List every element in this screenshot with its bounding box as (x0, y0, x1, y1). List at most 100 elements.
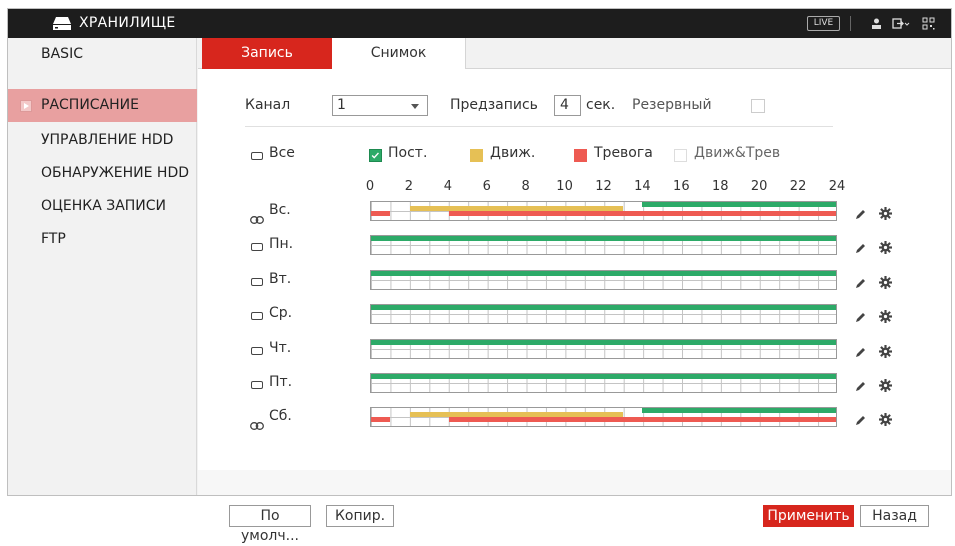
channel-label: Канал (245, 97, 291, 113)
chevron-down-icon (411, 104, 419, 109)
top-bar: ХРАНИЛИЩЕ LIVE (8, 9, 951, 38)
gear-icon[interactable] (879, 239, 892, 255)
back-button[interactable]: Назад (860, 505, 929, 527)
sidebar-item-hdd-management[interactable]: УПРАВЛЕНИЕ HDD (8, 124, 197, 157)
hour-axis: 0 2 4 6 8 10 12 14 16 18 20 22 24 (353, 179, 853, 195)
storage-window: ХРАНИЛИЩЕ LIVE BASIC РАСПИСАНИЕ УПРАВЛЕН… (7, 8, 952, 544)
schedule-bar[interactable] (370, 201, 837, 221)
sidebar-item-basic[interactable]: BASIC (8, 38, 197, 71)
schedule-segment (371, 211, 391, 216)
schedule-segment (371, 305, 836, 311)
tab-snapshot[interactable]: Снимок (332, 38, 466, 69)
schedule-bar[interactable] (370, 269, 837, 290)
edit-icon[interactable] (854, 378, 866, 391)
schedule-bar[interactable] (370, 304, 837, 325)
day-select-icon[interactable] (251, 346, 263, 355)
logout-icon[interactable] (892, 17, 910, 30)
edit-icon[interactable] (854, 206, 866, 219)
apply-button[interactable]: Применить (763, 505, 854, 527)
qr-code-icon[interactable] (922, 17, 935, 30)
sidebar-item-label: РАСПИСАНИЕ (41, 97, 139, 113)
day-select-icon[interactable] (251, 381, 263, 389)
hour-tick-label: 4 (443, 179, 452, 194)
legend-motion-alarm-label: Движ&Трев (694, 145, 781, 161)
bar-midline (371, 279, 836, 281)
legend-motion-alarm-swatch[interactable] (674, 149, 687, 162)
bar-midline (371, 348, 836, 350)
sidebar-item-record-estimate[interactable]: ОЦЕНКА ЗАПИСИ (8, 190, 197, 223)
edit-icon[interactable] (854, 275, 866, 288)
hour-tick-label: 18 (711, 179, 729, 194)
gear-icon[interactable] (879, 377, 892, 392)
prerecord-input[interactable]: 4 (554, 95, 581, 116)
schedule-segment (371, 270, 836, 276)
hour-tick-label: 14 (634, 179, 651, 194)
gear-icon[interactable] (879, 343, 892, 358)
day-label: Сб. (269, 408, 292, 425)
legend-continuous-swatch[interactable] (369, 149, 382, 162)
main-panel: Запись Снимок Канал 1 Предзапись 4 сек. … (198, 38, 951, 544)
hour-tick-label: 16 (673, 179, 690, 194)
chevron-right-icon (20, 100, 32, 112)
hour-tick-label: 8 (521, 179, 530, 194)
sidebar-item-hdd-detection[interactable]: ОБНАРУЖЕНИЕ HDD (8, 157, 197, 190)
schedule-segment (371, 339, 836, 345)
schedule-segment (371, 417, 391, 423)
hour-tick-label: 20 (750, 179, 768, 194)
legend-motion-label: Движ. (490, 145, 536, 161)
schedule-segment (371, 236, 836, 242)
seconds-label: сек. (586, 97, 616, 113)
schedule-bar[interactable] (370, 235, 837, 256)
hour-tick-label: 24 (828, 179, 846, 194)
day-select-icon[interactable] (251, 277, 263, 286)
link-icon[interactable] (250, 415, 264, 431)
edit-icon[interactable] (854, 309, 866, 323)
legend-motion-swatch[interactable] (470, 149, 483, 162)
tab-bar: Запись Снимок (198, 38, 951, 69)
day-label: Ср. (269, 305, 293, 322)
day-select-icon[interactable] (251, 243, 263, 252)
edit-icon[interactable] (854, 412, 866, 426)
schedule-bar[interactable] (370, 373, 837, 393)
bar-midline (371, 245, 836, 247)
bar-midline (371, 314, 836, 316)
user-icon[interactable] (870, 17, 883, 30)
schedule-segment (642, 408, 836, 414)
default-button[interactable]: По умолч... (229, 505, 311, 544)
legend-continuous-label: Пост. (388, 145, 428, 161)
schedule-segment (371, 374, 836, 379)
live-button[interactable]: LIVE (807, 16, 840, 31)
link-icon[interactable] (250, 209, 264, 224)
schedule-bar[interactable] (370, 407, 837, 428)
schedule-content: Канал 1 Предзапись 4 сек. Резервный Все … (198, 69, 951, 544)
bar-midline (371, 383, 836, 384)
edit-icon[interactable] (854, 240, 866, 254)
day-label: Чт. (269, 339, 292, 356)
gear-icon[interactable] (879, 411, 892, 427)
sidebar-item-ftp[interactable]: FTP (8, 223, 197, 256)
sidebar: BASIC РАСПИСАНИЕ УПРАВЛЕНИЕ HDD ОБНАРУЖЕ… (8, 38, 197, 495)
day-label: Вс. (269, 202, 291, 218)
backup-checkbox[interactable] (751, 99, 765, 113)
all-days-icon[interactable] (251, 152, 263, 160)
edit-icon[interactable] (854, 344, 866, 357)
hour-tick-label: 22 (789, 179, 807, 194)
toolbar-divider (850, 16, 851, 31)
channel-select[interactable]: 1 (332, 95, 428, 116)
sidebar-item-schedule[interactable]: РАСПИСАНИЕ (8, 89, 197, 122)
gear-icon[interactable] (879, 308, 892, 324)
schedule-bar[interactable] (370, 338, 837, 359)
gear-icon[interactable] (879, 274, 892, 289)
hour-tick-label: 12 (595, 179, 612, 194)
day-label: Пн. (269, 236, 294, 253)
divider (245, 126, 833, 127)
legend-alarm-swatch[interactable] (574, 149, 587, 162)
all-label: Все (269, 145, 295, 161)
tab-record[interactable]: Запись (202, 38, 332, 69)
hour-tick-label: 2 (404, 179, 414, 194)
day-select-icon[interactable] (251, 312, 263, 321)
schedule-segment (642, 202, 836, 207)
gear-icon[interactable] (879, 205, 892, 220)
day-label: Пт. (269, 374, 293, 390)
copy-button[interactable]: Копир. (326, 505, 394, 527)
